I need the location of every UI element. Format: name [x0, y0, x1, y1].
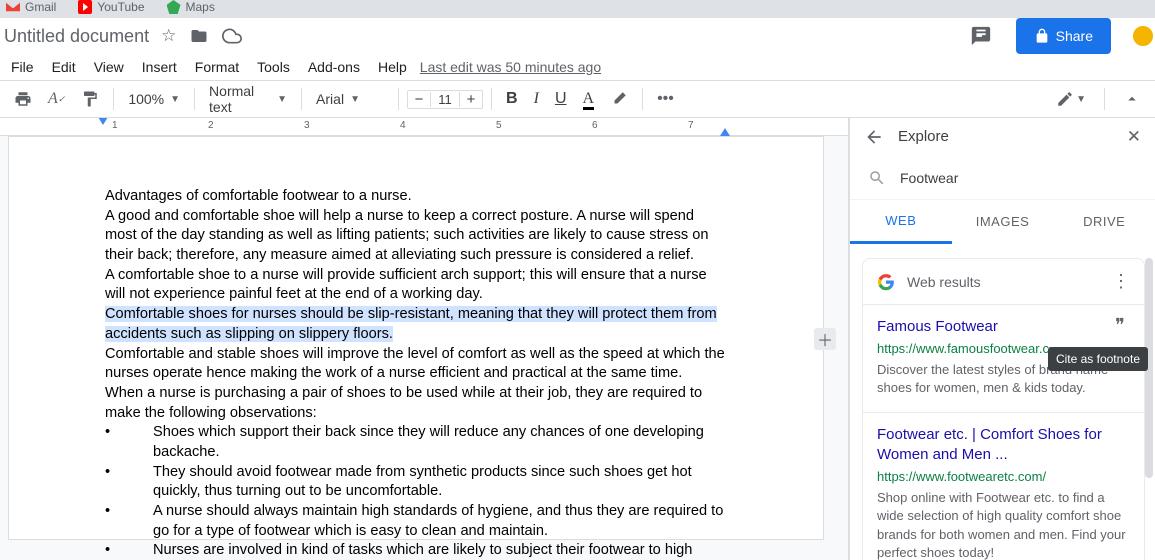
editing-mode-button[interactable]: ▼	[1050, 86, 1092, 112]
menu-file[interactable]: File	[2, 55, 43, 79]
menu-edit[interactable]: Edit	[43, 55, 85, 79]
menu-help[interactable]: Help	[369, 55, 416, 79]
bookmark-youtube[interactable]: YouTube	[78, 0, 144, 14]
move-icon[interactable]	[188, 25, 210, 47]
font-value: Arial	[316, 91, 344, 107]
underline-button[interactable]: U	[549, 86, 573, 112]
explore-search[interactable]	[850, 156, 1155, 200]
chevron-down-icon: ▼	[350, 94, 360, 105]
chevron-down-icon: ▼	[277, 94, 287, 105]
share-label: Share	[1056, 28, 1093, 44]
explore-results: Web results ⋮ ❞ Cite as footnote Famous …	[850, 244, 1155, 560]
tooltip: Cite as footnote	[1048, 347, 1148, 371]
bullet-item: •Shoes which support their back since th…	[105, 423, 727, 462]
bold-button[interactable]: B	[500, 86, 524, 112]
spellcheck-button[interactable]: A✓	[42, 86, 71, 112]
style-select[interactable]: Normal text ▼	[203, 81, 293, 117]
explore-search-input[interactable]	[900, 170, 1137, 186]
explore-panel: Explore ✕ WEB IMAGES DRIVE Web results ⋮…	[849, 118, 1155, 560]
print-button[interactable]	[8, 86, 38, 112]
account-avatar[interactable]	[1131, 24, 1155, 48]
text-color-button[interactable]: A	[577, 86, 601, 112]
explore-back-button[interactable]	[864, 127, 884, 147]
document-page[interactable]: Advantages of comfortable footwear to a …	[8, 136, 824, 540]
style-value: Normal text	[209, 83, 271, 115]
paragraph: A comfortable shoe to a nurse will provi…	[105, 266, 727, 305]
font-select[interactable]: Arial ▼	[310, 89, 390, 109]
result-title[interactable]: Footwear etc. | Comfort Shoes for Women …	[877, 425, 1130, 466]
zoom-select[interactable]: 100% ▼	[122, 89, 186, 109]
comment-history-button[interactable]	[966, 21, 996, 51]
menu-format[interactable]: Format	[186, 55, 248, 79]
maps-icon	[167, 0, 181, 14]
paragraph: When a nurse is purchasing a pair of sho…	[105, 384, 727, 423]
youtube-icon	[78, 0, 92, 14]
toolbar: A✓ 100%▼ Normal text▼ Arial▼ − 11 + B I …	[0, 80, 1155, 118]
search-icon	[868, 169, 886, 187]
chevron-down-icon: ▼	[170, 94, 180, 105]
paint-format-button[interactable]	[75, 86, 105, 112]
result-desc: Shop online with Footwear etc. to find a…	[877, 489, 1130, 560]
menu-view[interactable]: View	[85, 55, 133, 79]
font-size-decrease[interactable]: −	[408, 91, 430, 108]
bullet-item: •A nurse should always maintain high sta…	[105, 502, 727, 541]
tab-images[interactable]: IMAGES	[952, 200, 1054, 244]
gmail-icon	[6, 0, 20, 14]
paragraph: Comfortable and stable shoes will improv…	[105, 345, 727, 384]
last-edit-link[interactable]: Last edit was 50 minutes ago	[420, 59, 601, 75]
explore-close-button[interactable]: ✕	[1127, 127, 1141, 147]
menu-tools[interactable]: Tools	[248, 55, 299, 79]
explore-title: Explore	[898, 128, 1113, 145]
bullet-item: •Nurses are involved in kind of tasks wh…	[105, 541, 727, 560]
bookmark-label: YouTube	[97, 0, 144, 14]
ruler[interactable]: 1 2 3 4 5 6 7	[0, 118, 848, 136]
bookmark-label: Gmail	[25, 0, 56, 14]
highlight-button[interactable]	[604, 86, 634, 112]
search-result[interactable]: Footwear etc. | Comfort Shoes for Women …	[863, 412, 1144, 560]
more-button[interactable]: •••	[651, 86, 680, 112]
font-size-increase[interactable]: +	[460, 91, 482, 108]
add-comment-button[interactable]: ＋	[814, 328, 836, 350]
cloud-status-icon[interactable]	[220, 24, 244, 48]
paragraph-highlighted: Comfortable shoes for nurses should be s…	[105, 305, 727, 344]
italic-button[interactable]: I	[528, 86, 545, 112]
bullet-item: •They should avoid footwear made from sy…	[105, 463, 727, 502]
web-results-label: Web results	[907, 274, 1100, 290]
zoom-value: 100%	[128, 91, 164, 107]
menu-addons[interactable]: Add-ons	[299, 55, 369, 79]
result-title[interactable]: Famous Footwear	[877, 317, 1130, 337]
document-area: 1 2 3 4 5 6 7 Advantages of comfortable …	[0, 118, 849, 560]
paragraph: Advantages of comfortable footwear to a …	[105, 187, 727, 207]
font-size-stepper[interactable]: − 11 +	[407, 90, 483, 109]
collapse-button[interactable]	[1117, 86, 1147, 112]
cite-footnote-button[interactable]: ❞	[1106, 311, 1134, 339]
bookmark-maps[interactable]: Maps	[167, 0, 215, 14]
menu-insert[interactable]: Insert	[133, 55, 186, 79]
explore-tabs: WEB IMAGES DRIVE	[850, 200, 1155, 244]
indent-marker-left[interactable]	[98, 118, 108, 127]
menu-bar: File Edit View Insert Format Tools Add-o…	[0, 54, 1155, 80]
result-url: https://www.footwearetc.com/	[877, 469, 1130, 484]
paragraph: A good and comfortable shoe will help a …	[105, 207, 727, 266]
indent-marker-right[interactable]	[720, 126, 730, 136]
share-button[interactable]: Share	[1016, 18, 1111, 54]
bookmark-gmail[interactable]: Gmail	[6, 0, 56, 14]
lock-icon	[1034, 28, 1050, 44]
star-icon[interactable]: ☆	[159, 24, 178, 48]
more-options-button[interactable]: ⋮	[1112, 271, 1130, 292]
bookmark-label: Maps	[186, 0, 215, 14]
title-row: Untitled document ☆ Share	[0, 18, 1155, 54]
tab-web[interactable]: WEB	[850, 200, 952, 244]
search-result[interactable]: ❞ Cite as footnote Famous Footwear https…	[863, 304, 1144, 412]
tab-drive[interactable]: DRIVE	[1053, 200, 1155, 244]
document-title[interactable]: Untitled document	[2, 26, 149, 47]
font-size-value[interactable]: 11	[430, 92, 460, 107]
browser-bookmark-bar: Gmail YouTube Maps	[0, 0, 1155, 18]
google-icon	[877, 273, 895, 291]
